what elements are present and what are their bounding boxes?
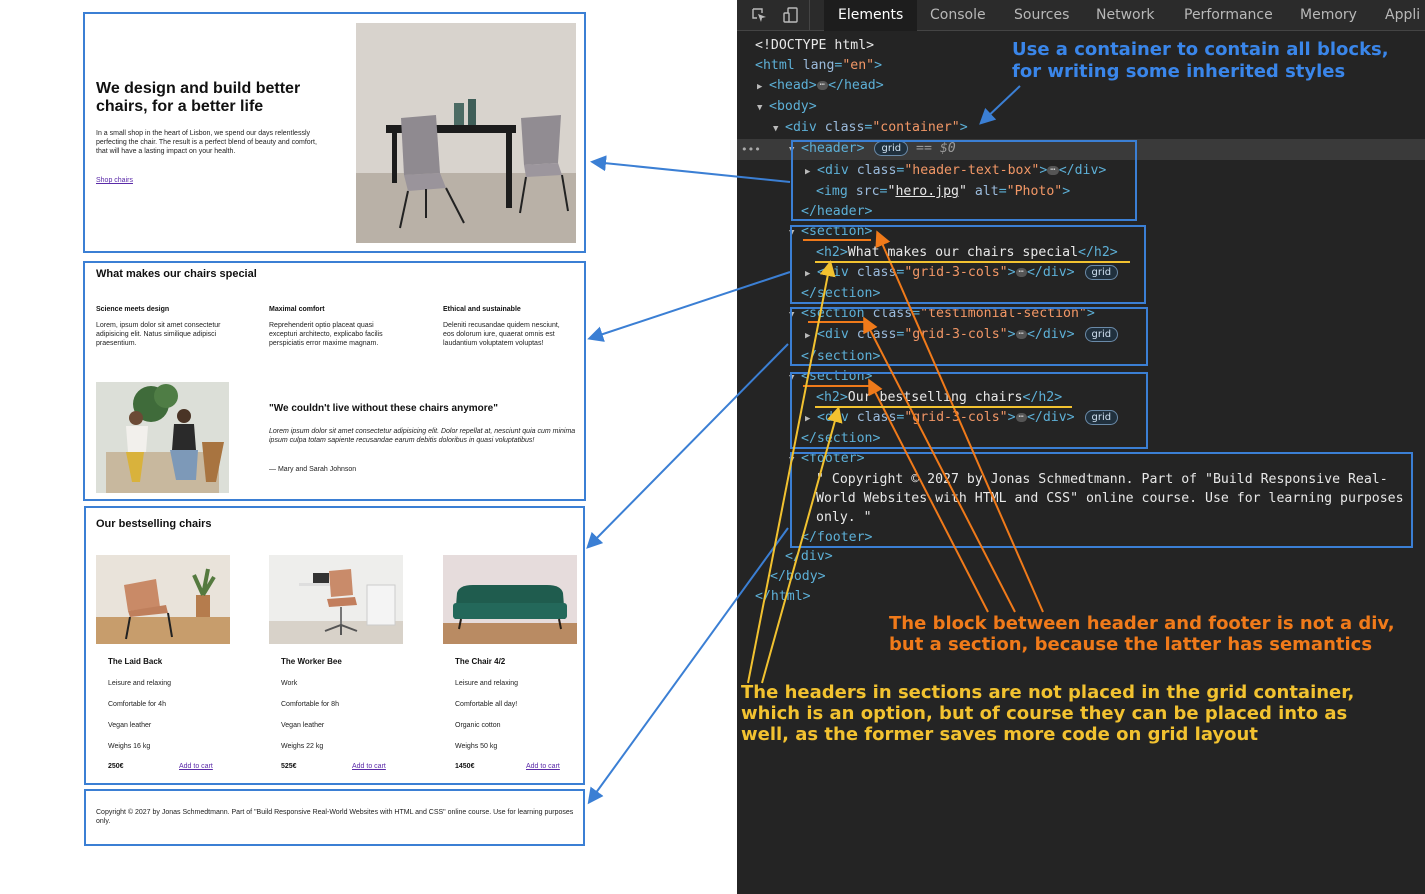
product-name: The Chair 4/2 — [455, 657, 506, 666]
product-name: The Worker Bee — [281, 657, 342, 666]
div-close: </div> — [785, 549, 833, 564]
tab-memory[interactable]: Memory — [1300, 0, 1357, 31]
container-node[interactable]: ▼ <div class="container"> — [773, 118, 968, 138]
product-price: 1450€ — [455, 763, 475, 770]
testimonial-text: Lorem ipsum dolor sit amet consectetur a… — [269, 428, 576, 444]
headers-grid-annotation: The headers in sections are not placed i… — [741, 682, 1355, 745]
hero-image — [356, 23, 576, 243]
tab-performance[interactable]: Performance — [1184, 0, 1273, 31]
container-annotation: Use a container to contain all blocks, f… — [1012, 39, 1389, 82]
feature-title: Ethical and sustainable — [443, 306, 521, 313]
product-name: The Laid Back — [108, 657, 163, 666]
devtools-panel: Elements Console Sources Network Perform… — [737, 0, 1425, 894]
product-image — [443, 555, 577, 644]
product-image — [96, 555, 230, 644]
head-node[interactable]: ▶ <head> ⋯ </head> — [757, 76, 884, 96]
body-node[interactable]: ▼ <body> — [757, 97, 817, 117]
feature-card: Science meets design Lorem, ipsum dolor … — [96, 305, 224, 348]
testimonial-image — [96, 382, 229, 493]
inspect-element-icon[interactable] — [751, 7, 767, 23]
rendered-page: We design and build better chairs, for a… — [0, 0, 737, 894]
shop-chairs-link[interactable]: Shop chairs — [96, 177, 133, 184]
tab-network[interactable]: Network — [1096, 0, 1154, 31]
tab-elements[interactable]: Elements — [824, 0, 918, 31]
add-to-cart-link[interactable]: Add to cart — [352, 763, 386, 770]
product-image — [269, 555, 403, 644]
feature-text: Reprehenderit optio placeat quasi except… — [269, 322, 383, 347]
tab-console[interactable]: Console — [930, 0, 986, 31]
product-price: 250€ — [108, 763, 124, 770]
doctype-line[interactable]: <!DOCTYPE html> — [755, 36, 874, 56]
add-to-cart-link[interactable]: Add to cart — [526, 763, 560, 770]
feature-card: Ethical and sustainable Deleniti recusan… — [443, 305, 571, 348]
hero-text: In a small shop in the heart of Lisbon, … — [96, 130, 317, 155]
feature-title: Science meets design — [96, 306, 170, 313]
product-attribute: Leisure and relaxing — [455, 680, 519, 687]
html-node[interactable]: <html lang="en"> — [755, 56, 882, 76]
device-toolbar-icon[interactable] — [783, 7, 799, 23]
feature-title: Maximal comfort — [269, 306, 325, 313]
product-attribute: Work — [281, 680, 298, 687]
tab-sources[interactable]: Sources — [1014, 0, 1069, 31]
section-semantics-annotation: The block between header and footer is n… — [889, 613, 1395, 655]
product-attribute: Comfortable for 8h — [281, 701, 339, 708]
testimonial-author: — Mary and Sarah Johnson — [269, 466, 357, 473]
product-price: 525€ — [281, 763, 297, 770]
product-attribute: Comfortable for 4h — [108, 701, 166, 708]
feature-card: Maximal comfort Reprehenderit optio plac… — [269, 305, 397, 348]
product-attribute: Vegan leather — [281, 722, 325, 729]
add-to-cart-link[interactable]: Add to cart — [179, 763, 213, 770]
special-title: What makes our chairs special — [96, 268, 257, 280]
node-actions-dots[interactable]: ••• — [741, 139, 761, 160]
tab-divider — [809, 0, 810, 31]
footer-text: Copyright © 2027 by Jonas Schmedtmann. P… — [96, 809, 574, 825]
product-attribute: Leisure and relaxing — [108, 680, 172, 687]
product-card: The Worker Bee Work Comfortable for 8h V… — [269, 555, 403, 775]
product-attribute: Vegan leather — [108, 722, 152, 729]
footer-node-outline — [790, 452, 1413, 548]
product-attribute: Weighs 22 kg — [281, 743, 324, 750]
product-attribute: Comfortable all day! — [455, 701, 518, 708]
product-attribute: Weighs 16 kg — [108, 743, 151, 750]
product-card: The Chair 4/2 Leisure and relaxing Comfo… — [443, 555, 577, 775]
bestsellers-node-outline — [790, 372, 1148, 449]
tab-application[interactable]: Appli — [1385, 0, 1420, 31]
feature-text: Lorem, ipsum dolor sit amet consectetur … — [96, 322, 221, 347]
bestsellers-title: Our bestselling chairs — [96, 518, 212, 530]
product-attribute: Organic cotton — [455, 722, 501, 729]
body-close: </body> — [770, 569, 826, 584]
feature-text: Deleniti recusandae quidem nesciunt, eos… — [443, 322, 560, 347]
product-card: The Laid Back Leisure and relaxing Comfo… — [96, 555, 230, 775]
testimonial-quote: "We couldn't live without these chairs a… — [269, 403, 498, 414]
html-close: </html> — [755, 589, 811, 604]
hero-title: We design and build better chairs, for a… — [96, 80, 301, 115]
testimonial-node-outline — [790, 307, 1148, 366]
section-node-outline — [790, 225, 1146, 304]
header-node-outline — [791, 140, 1137, 221]
ellipsis-badge[interactable]: ⋯ — [816, 80, 829, 90]
product-attribute: Weighs 50 kg — [455, 743, 498, 750]
devtools-tabbar: Elements Console Sources Network Perform… — [737, 0, 1425, 31]
